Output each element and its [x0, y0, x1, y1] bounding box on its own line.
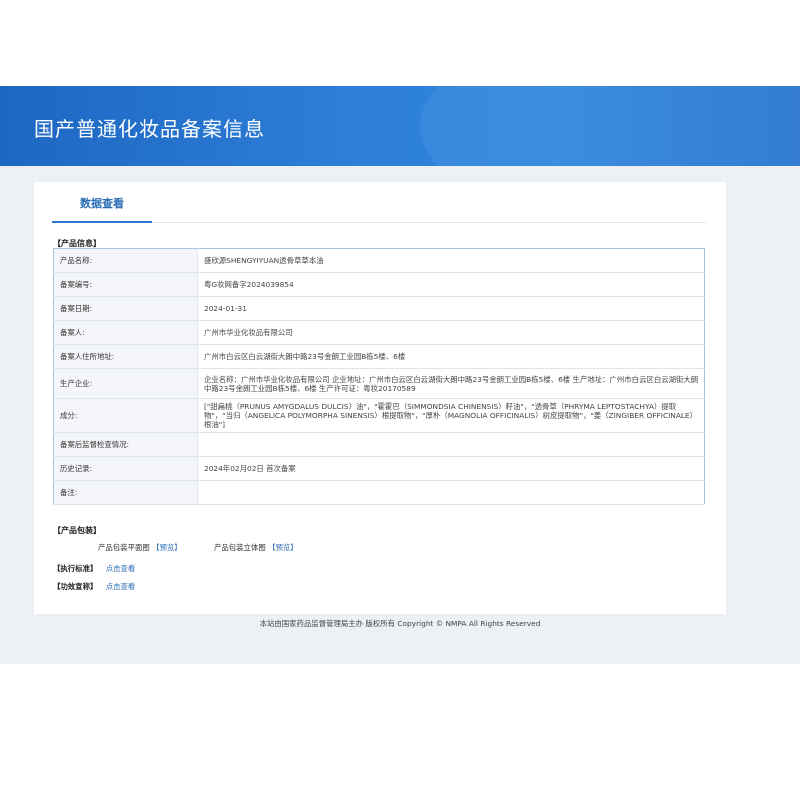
efficacy-row: 【功效宣称】 点击查看 [53, 581, 135, 592]
packaging-flat-preview-link[interactable]: 【预览】 [152, 543, 182, 552]
row-value: 2024年02月02日 首次备案 [197, 456, 705, 481]
efficacy-view-link[interactable]: 点击查看 [106, 582, 136, 591]
footer-copyright: 本站由国家药品监督管理局主办 版权所有 Copyright © NMPA All… [259, 619, 541, 628]
row-value [197, 480, 705, 505]
standard-view-link[interactable]: 点击查看 [106, 564, 136, 573]
row-value: 广州市华业化妆品有限公司 [197, 320, 705, 345]
row-value: 粤G妆网备字2024039854 [197, 272, 705, 297]
row-label: 备案后监督检查情况: [53, 432, 198, 457]
table-row: 备注: [53, 480, 705, 505]
row-label: 备案人: [53, 320, 198, 345]
table-row: 历史记录: 2024年02月02日 首次备案 [53, 456, 705, 481]
row-value: ["甜扁桃（PRUNUS AMYGDALUS DULCIS）油"，"霍霍巴（SI… [197, 398, 705, 433]
standard-row: 【执行标准】 点击查看 [53, 563, 135, 574]
packaging-3d-label: 产品包装立体图 [214, 543, 266, 552]
efficacy-label: 【功效宣称】 [53, 582, 98, 591]
packaging-section-title: 【产品包装】 [53, 526, 101, 535]
row-value [197, 432, 705, 457]
table-row: 成分: ["甜扁桃（PRUNUS AMYGDALUS DULCIS）油"，"霍霍… [53, 398, 705, 433]
table-row: 生产企业: 企业名称：广州市华业化妆品有限公司 企业地址：广州市白云区白云湖街大… [53, 368, 705, 399]
packaging-flat: 产品包装平面图 【预览】 [98, 542, 182, 553]
row-label: 成分: [53, 398, 198, 433]
product-info-table: 产品名称: 盛欣源SHENGYIYUAN透骨草草本油 备案编号: 粤G妆网备字2… [53, 248, 705, 505]
row-label: 产品名称: [53, 248, 198, 273]
row-label: 备注: [53, 480, 198, 505]
content-card: 数据查看 【产品信息】 产品名称: 盛欣源SHENGYIYUAN透骨草草本油 备… [34, 182, 726, 614]
packaging-flat-label: 产品包装平面图 [98, 543, 150, 552]
packaging-3d: 产品包装立体图 【预览】 [214, 542, 298, 553]
table-row: 备案后监督检查情况: [53, 432, 705, 457]
row-label: 备案人住所地址: [53, 344, 198, 369]
table-row: 备案编号: 粤G妆网备字2024039854 [53, 272, 705, 297]
packaging-3d-preview-link[interactable]: 【预览】 [268, 543, 298, 552]
table-row: 产品名称: 盛欣源SHENGYIYUAN透骨草草本油 [53, 248, 705, 273]
table-row: 备案人住所地址: 广州市白云区白云湖街大朗中路23号金朗工业园B栋5楼、6楼 [53, 344, 705, 369]
table-row: 备案日期: 2024-01-31 [53, 296, 705, 321]
tab-bar: 数据查看 [52, 194, 706, 223]
row-value: 2024-01-31 [197, 296, 705, 321]
row-label: 备案日期: [53, 296, 198, 321]
standard-label: 【执行标准】 [53, 564, 98, 573]
row-value: 广州市白云区白云湖街大朗中路23号金朗工业园B栋5楼、6楼 [197, 344, 705, 369]
page-title: 国产普通化妆品备案信息 [34, 117, 265, 141]
row-value: 盛欣源SHENGYIYUAN透骨草草本油 [197, 248, 705, 273]
row-label: 历史记录: [53, 456, 198, 481]
row-label: 备案编号: [53, 272, 198, 297]
row-value: 企业名称：广州市华业化妆品有限公司 企业地址：广州市白云区白云湖街大朗中路23号… [197, 368, 705, 399]
tab-data-view[interactable]: 数据查看 [52, 194, 152, 223]
header-banner: 国产普通化妆品备案信息 [0, 86, 800, 166]
row-label: 生产企业: [53, 368, 198, 399]
table-row: 备案人: 广州市华业化妆品有限公司 [53, 320, 705, 345]
